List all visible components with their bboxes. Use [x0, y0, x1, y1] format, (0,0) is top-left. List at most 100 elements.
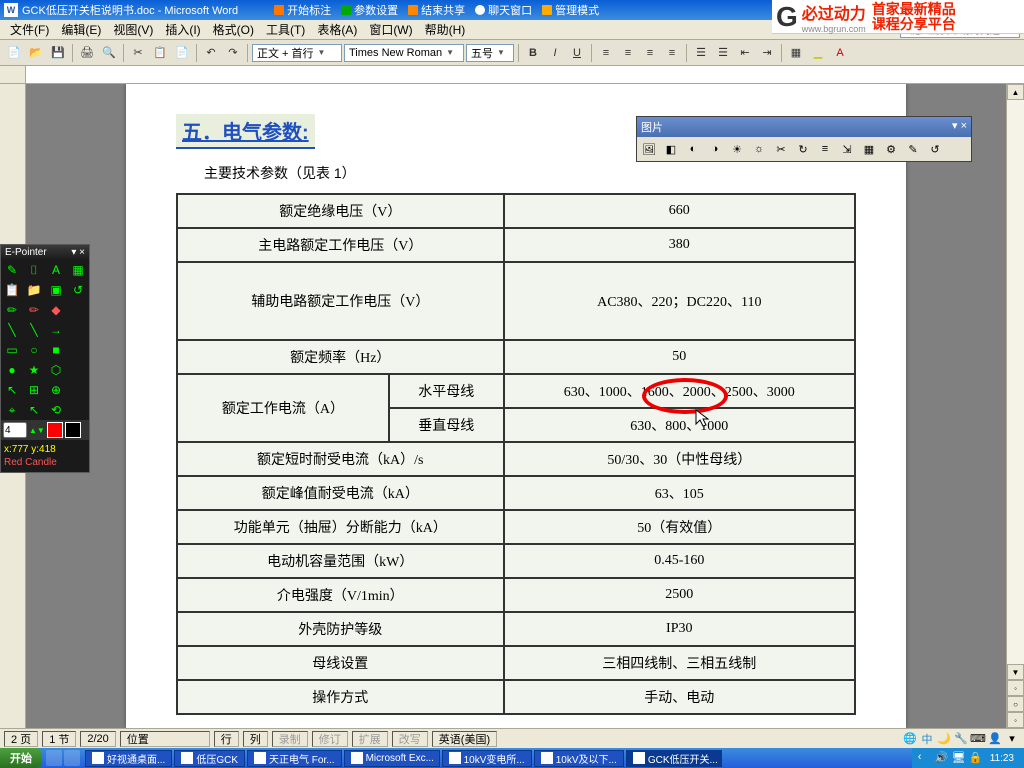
menu-view[interactable]: 视图(V) — [107, 21, 159, 38]
transparent-icon[interactable]: ✎ — [903, 139, 923, 159]
align-center-icon[interactable]: ≡ — [618, 43, 638, 63]
indent-inc-icon[interactable]: ⇥ — [757, 43, 777, 63]
font-select[interactable]: Times New Roman▼ — [344, 44, 464, 62]
ep-tool[interactable]: ▦ — [67, 260, 89, 280]
ep-tool[interactable]: ▭ — [1, 340, 23, 360]
ep-tool[interactable]: ✏ — [1, 300, 23, 320]
taskbar-task[interactable]: 10kV及以下... — [534, 750, 624, 767]
cut-icon[interactable]: ✂ — [128, 43, 148, 63]
share-manage[interactable]: 管理模式 — [542, 2, 599, 18]
ep-tool[interactable]: ■ — [45, 340, 67, 360]
ep-tool[interactable]: ⊞ — [23, 380, 45, 400]
preview-icon[interactable]: 🔍 — [99, 43, 119, 63]
taskbar-task[interactable]: 低压GCK — [174, 750, 245, 767]
menu-insert[interactable]: 插入(I) — [159, 21, 206, 38]
less-bright-icon[interactable]: ☼ — [749, 139, 769, 159]
ep-bg-color[interactable] — [65, 422, 81, 438]
ep-tool[interactable]: ⬡ — [45, 360, 67, 380]
pic-min-icon[interactable]: ▾ — [952, 120, 958, 132]
justify-icon[interactable]: ≡ — [662, 43, 682, 63]
ep-fg-color[interactable] — [47, 422, 63, 438]
bold-icon[interactable]: B — [523, 43, 543, 63]
ep-tool[interactable]: ⌷ — [23, 260, 45, 280]
rotate-icon[interactable]: ↻ — [793, 139, 813, 159]
status-lang[interactable]: 英语(美国) — [432, 731, 497, 747]
highlight-icon[interactable]: ▁ — [808, 43, 828, 63]
ql-ie-icon[interactable] — [46, 750, 62, 766]
redo-icon[interactable]: ↷ — [223, 43, 243, 63]
ep-tool[interactable]: 📁 — [23, 280, 45, 300]
italic-icon[interactable]: I — [545, 43, 565, 63]
color-icon[interactable]: ◧ — [661, 139, 681, 159]
open-icon[interactable]: 📂 — [26, 43, 46, 63]
pic-close-icon[interactable]: × — [961, 120, 967, 132]
ep-tool[interactable]: ⟲ — [45, 400, 67, 420]
ep-tool[interactable]: ✏ — [23, 300, 45, 320]
status-rev[interactable]: 修订 — [312, 731, 348, 747]
ep-tool[interactable]: ⊕ — [45, 380, 67, 400]
ep-stroke-input[interactable] — [3, 422, 27, 438]
print-icon[interactable]: 🖨 — [77, 43, 97, 63]
menu-file[interactable]: 文件(F) — [4, 21, 55, 38]
ep-tool[interactable]: → — [45, 320, 67, 340]
ql-desktop-icon[interactable] — [64, 750, 80, 766]
ep-tool[interactable]: ↖ — [23, 400, 45, 420]
epointer-close-icon[interactable]: × — [79, 247, 85, 258]
tray-icon[interactable]: 🖥 — [952, 751, 966, 765]
less-contrast-icon[interactable]: ◑ — [705, 139, 725, 159]
ad-banner[interactable]: G 必过动力 www.bgrun.com 首家最新精品 课程分享平台 — [772, 0, 1024, 34]
more-bright-icon[interactable]: ☀ — [727, 139, 747, 159]
taskbar-task[interactable]: Microsoft Exc... — [344, 750, 440, 767]
tray-icon[interactable]: 🔒 — [969, 751, 983, 765]
next-page-icon[interactable]: ◦ — [1007, 712, 1024, 728]
numbering-icon[interactable]: ☰ — [713, 43, 733, 63]
share-chat[interactable]: 聊天窗口 — [475, 2, 532, 18]
epointer-min-icon[interactable]: ▾ — [71, 247, 76, 258]
new-doc-icon[interactable]: 📄 — [4, 43, 24, 63]
ep-tool[interactable]: ↖ — [1, 380, 23, 400]
taskbar-task[interactable]: 天正电气 For... — [247, 750, 342, 767]
ep-tool[interactable]: ▣ — [45, 280, 67, 300]
tray-icon[interactable]: 🌐 — [902, 731, 918, 747]
ep-tool[interactable]: ● — [1, 360, 23, 380]
ep-tool[interactable]: ★ — [23, 360, 45, 380]
vertical-scrollbar[interactable]: ▲ ▼ ◦ ○ ◦ — [1006, 84, 1024, 728]
paste-icon[interactable]: 📄 — [172, 43, 192, 63]
document-viewport[interactable]: 五．电气参数: 主要技术参数（见表 1） 额定绝缘电压（V）660 主电路额定工… — [26, 84, 1006, 728]
ep-tool[interactable]: ⌖ — [1, 400, 23, 420]
align-right-icon[interactable]: ≡ — [640, 43, 660, 63]
font-color-icon[interactable]: A — [830, 43, 850, 63]
menu-table[interactable]: 表格(A) — [311, 21, 363, 38]
taskbar-task[interactable]: 好视通桌面... — [85, 750, 172, 767]
tray-icon[interactable]: ▾ — [1004, 731, 1020, 747]
menu-help[interactable]: 帮助(H) — [419, 21, 472, 38]
scroll-up-icon[interactable]: ▲ — [1007, 84, 1024, 100]
insert-pic-icon[interactable]: 🖼 — [639, 139, 659, 159]
tray-icon[interactable]: 🌙 — [936, 731, 952, 747]
ep-tool[interactable]: ╲ — [1, 320, 23, 340]
bullets-icon[interactable]: ☰ — [691, 43, 711, 63]
size-select[interactable]: 五号▼ — [466, 44, 514, 62]
border-icon[interactable]: ▦ — [786, 43, 806, 63]
epointer-panel[interactable]: E-Pointer ▾ × ✎⌷A▦ 📋📁▣↺ ✏✏◆ ╲╲→ ▭○■ ●★⬡ … — [0, 244, 90, 473]
ep-tool[interactable]: ○ — [23, 340, 45, 360]
menu-window[interactable]: 窗口(W) — [363, 21, 418, 38]
ruler[interactable] — [0, 66, 1024, 84]
status-ovr[interactable]: 改写 — [392, 731, 428, 747]
ep-tool[interactable]: ✎ — [1, 260, 23, 280]
menu-tools[interactable]: 工具(T) — [260, 21, 311, 38]
tray-chevron-icon[interactable]: ‹ — [918, 751, 932, 765]
reset-pic-icon[interactable]: ↺ — [925, 139, 945, 159]
menu-edit[interactable]: 编辑(E) — [55, 21, 107, 38]
status-ext[interactable]: 扩展 — [352, 731, 388, 747]
prev-page-icon[interactable]: ◦ — [1007, 680, 1024, 696]
align-left-icon[interactable]: ≡ — [596, 43, 616, 63]
tray-icon[interactable]: 🔊 — [935, 751, 949, 765]
tray-icon[interactable]: 中 — [919, 731, 935, 747]
clock[interactable]: 11:23 — [986, 753, 1018, 764]
status-rec[interactable]: 录制 — [272, 731, 308, 747]
taskbar-task[interactable]: 10kV变电所... — [442, 750, 532, 767]
tray-icon[interactable]: 🔧 — [953, 731, 969, 747]
menu-format[interactable]: 格式(O) — [207, 21, 260, 38]
tray-icon[interactable]: ⌨ — [970, 731, 986, 747]
